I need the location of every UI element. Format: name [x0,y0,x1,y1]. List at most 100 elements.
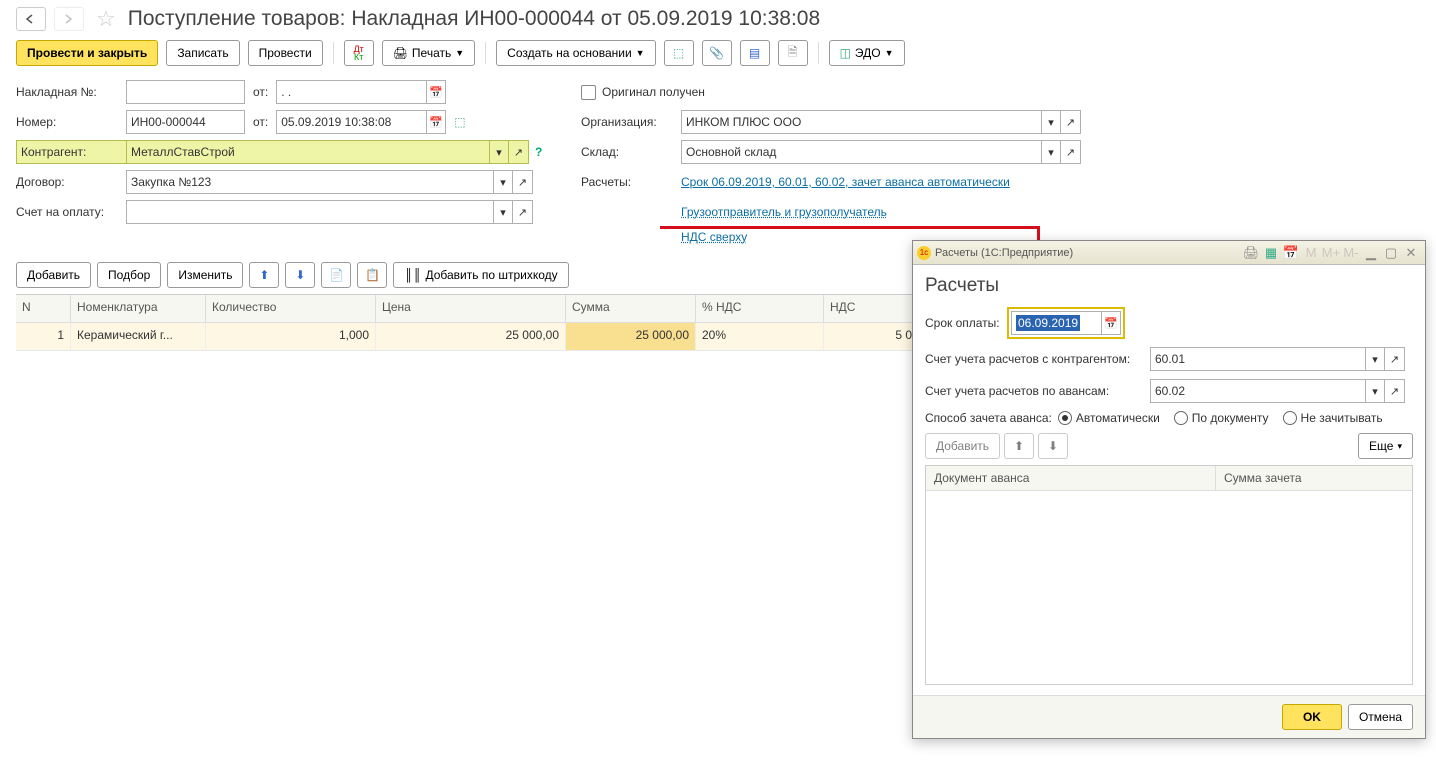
annotation-arrow [660,226,1040,229]
dropdown-icon[interactable]: ▾ [1041,110,1061,134]
number-input[interactable]: ИН00-000044 [126,110,245,134]
cancel-button[interactable]: Отмена [1348,704,1413,730]
open-icon[interactable]: ↗ [513,170,533,194]
paste-button[interactable]: 📋 [357,262,387,288]
print-icon[interactable]: 🖨 [1242,244,1260,262]
calendar-icon-2[interactable]: 📅 [426,110,446,134]
calendar-icon[interactable]: 📅 [1282,244,1300,262]
original-received-checkbox[interactable] [581,85,596,100]
col-price[interactable]: Цена [376,295,566,323]
doc-icon-button[interactable]: 🗎 [778,40,808,66]
acc-settlements-label: Счет учета расчетов с контрагентом: [925,352,1150,366]
close-icon[interactable]: ✕ [1402,244,1420,262]
help-icon[interactable]: ? [535,145,542,159]
modal-up-button: ⬆ [1004,433,1034,459]
calendar-icon[interactable]: 📅 [1101,311,1121,335]
col-sum[interactable]: Сумма [566,295,696,323]
acc-settlements-input[interactable]: 60.01 [1150,347,1365,371]
settlements-label: Расчеты: [581,175,681,189]
print-button[interactable]: 🖨Печать▼ [382,40,475,66]
radio-by-document[interactable] [1174,411,1188,425]
warehouse-label: Склад: [581,145,681,159]
m-minus-button[interactable]: M- [1342,244,1360,262]
date-input[interactable]: 05.09.2019 10:38:08 [276,110,426,134]
col-sum-offset[interactable]: Сумма зачета [1216,466,1412,490]
nav-back-button[interactable] [16,7,46,31]
open-icon[interactable]: ↗ [1061,110,1081,134]
edit-button[interactable]: Изменить [167,262,243,288]
open-icon[interactable]: ↗ [509,140,529,164]
nav-forward-button [54,7,84,31]
counterparty-input[interactable]: МеталлСтавСтрой [126,140,489,164]
open-icon[interactable]: ↗ [1061,140,1081,164]
move-down-button[interactable]: ⬇ [285,262,315,288]
org-label: Организация: [581,115,681,129]
dtkt-icon-button[interactable]: ДтКт [344,40,374,66]
m-button[interactable]: M [1302,244,1320,262]
col-vat[interactable]: НДС [824,295,919,323]
col-qty[interactable]: Количество [206,295,376,323]
m-plus-button[interactable]: M+ [1322,244,1340,262]
add-row-button[interactable]: Добавить [16,262,91,288]
warehouse-input[interactable]: Основной склад [681,140,1041,164]
printer-icon: 🖨 [393,46,408,60]
barcode-icon: ║║ [404,268,421,282]
invoice-date-input[interactable]: . . [276,80,426,104]
ok-button[interactable]: OK [1282,704,1342,730]
select-button[interactable]: Подбор [97,262,161,288]
org-input[interactable]: ИНКОМ ПЛЮС ООО [681,110,1041,134]
from-label-1: от: [253,85,268,99]
modal-more-button[interactable]: Еще ▾ [1358,433,1413,459]
modal-title: Расчеты (1С:Предприятие) [935,247,1073,259]
modal-down-button: ⬇ [1038,433,1068,459]
open-icon[interactable]: ↗ [1385,379,1405,403]
create-based-on-button[interactable]: Создать на основании▼ [496,40,655,66]
calendar-icon[interactable]: 📅 [426,80,446,104]
radio-auto[interactable] [1058,411,1072,425]
page-title: Поступление товаров: Накладная ИН00-0000… [128,7,820,31]
col-nomenclature[interactable]: Номенклатура [71,295,206,323]
dropdown-icon[interactable]: ▾ [493,170,513,194]
modal-1c-icon: 1c [917,246,931,260]
copy-button[interactable]: 📄 [321,262,351,288]
barcode-button[interactable]: ║║Добавить по штрихкоду [393,262,568,288]
favorite-star-icon[interactable]: ☆ [96,6,116,32]
shipper-link[interactable]: Грузоотправитель и грузополучатель [681,205,887,219]
edo-button[interactable]: ◫ЭДО▼ [829,40,905,66]
dropdown-icon[interactable]: ▾ [1365,379,1385,403]
settlements-link[interactable]: Срок 06.09.2019, 60.01, 60.02, зачет ава… [681,175,1010,189]
acc-advance-input[interactable]: 60.02 [1150,379,1365,403]
invoice-no-input[interactable] [126,80,245,104]
edo-icon: ◫ [840,46,851,60]
save-button[interactable]: Записать [166,40,239,66]
open-icon[interactable]: ↗ [513,200,533,224]
due-date-input[interactable]: 06.09.2019 [1011,311,1101,335]
minimize-icon[interactable]: ▁ [1362,244,1380,262]
settlements-modal: 1c Расчеты (1С:Предприятие) 🖨 ▦ 📅 M M+ M… [912,240,1426,739]
maximize-icon[interactable]: ▢ [1382,244,1400,262]
col-n[interactable]: N [16,295,71,323]
col-vat-rate[interactable]: % НДС [696,295,824,323]
structure-icon-button[interactable]: ⬚ [664,40,694,66]
radio-none[interactable] [1283,411,1297,425]
dropdown-icon[interactable]: ▾ [493,200,513,224]
attach-icon-button[interactable]: 📎 [702,40,732,66]
move-up-button[interactable]: ⬆ [249,262,279,288]
dropdown-icon[interactable]: ▾ [1365,347,1385,371]
open-icon[interactable]: ↗ [1385,347,1405,371]
post-and-close-button[interactable]: Провести и закрыть [16,40,158,66]
acc-advance-label: Счет учета расчетов по авансам: [925,384,1150,398]
list-icon-button[interactable]: ▤ [740,40,770,66]
dropdown-icon[interactable]: ▾ [489,140,509,164]
info-icon[interactable]: ⬚ [454,115,465,129]
main-toolbar: Провести и закрыть Записать Провести ДтК… [0,36,1436,76]
contract-input[interactable]: Закупка №123 [126,170,493,194]
from-label-2: от: [253,115,268,129]
original-received-label: Оригинал получен [602,85,705,99]
invoice-payment-input[interactable] [126,200,493,224]
post-button[interactable]: Провести [248,40,323,66]
dropdown-icon[interactable]: ▾ [1041,140,1061,164]
grid-icon[interactable]: ▦ [1262,244,1280,262]
col-doc-advance[interactable]: Документ аванса [926,466,1216,490]
vat-link[interactable]: НДС сверху [681,230,747,244]
